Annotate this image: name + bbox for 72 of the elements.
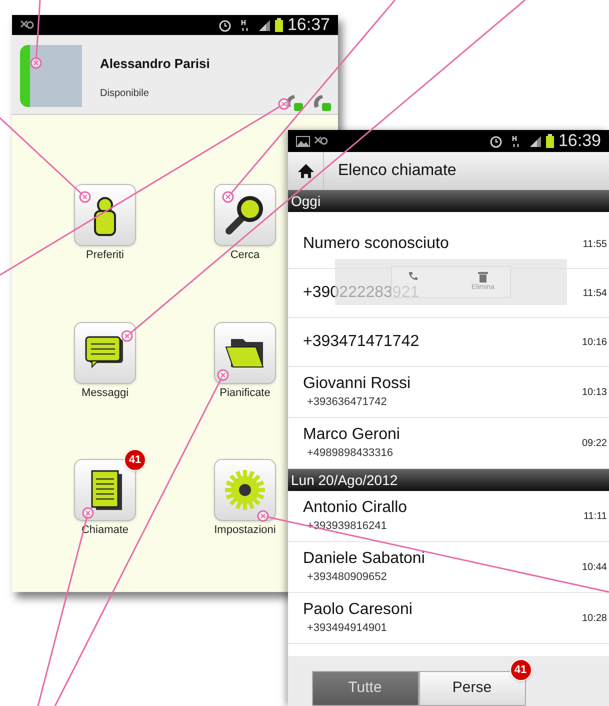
caller-number: +393939816241	[307, 518, 387, 534]
count-badge: 41	[510, 659, 532, 681]
call-time: 10:13	[582, 386, 607, 400]
phone-icon[interactable]	[408, 270, 418, 281]
caller-name: Daniele Sabatoni	[303, 548, 425, 569]
call-time: 10:44	[582, 560, 607, 574]
caller-name: Paolo Caresoni	[303, 600, 412, 620]
caller-number: +393494914901	[307, 620, 387, 636]
caller-number: +393480909652	[307, 570, 387, 585]
marker-icon	[30, 57, 42, 69]
caller-name: Marco Geroni	[303, 424, 400, 445]
tile-label: Cerca	[230, 248, 260, 263]
home-icon	[298, 164, 314, 178]
battery-icon	[546, 134, 554, 148]
call-row[interactable]: Giovanni Rossi +393636471742 10:13	[288, 367, 609, 418]
phone-icon[interactable]	[284, 94, 304, 112]
count-badge: 41	[124, 449, 146, 471]
tile-label: Impostazioni	[214, 523, 276, 538]
caller-name: Giovanni Rossi	[303, 374, 411, 394]
photo-placeholder	[30, 45, 82, 107]
notification-icon	[20, 20, 34, 30]
call-row[interactable]: Paolo Caresoni +393494914901 10:28	[288, 593, 609, 644]
marker-icon	[82, 507, 94, 519]
picture-icon	[296, 136, 310, 146]
data-icon	[511, 134, 522, 148]
tile-label: Pianificate	[220, 386, 270, 400]
menu-tile[interactable]	[74, 322, 136, 384]
menu-tile[interactable]	[214, 184, 276, 246]
caller-name: Numero sconosciuto	[303, 234, 449, 254]
section-header: Lun 20/Ago/2012	[288, 469, 609, 491]
menu-tile[interactable]	[74, 184, 136, 246]
menu-tile[interactable]	[214, 459, 276, 521]
marker-icon	[278, 98, 290, 110]
call-time: 10:16	[582, 336, 607, 350]
data-icon	[240, 18, 250, 32]
tile-label: Preferiti	[86, 248, 124, 263]
call-time: 11:55	[582, 238, 607, 252]
status-time: 16:37	[287, 14, 330, 36]
call-row[interactable]: +393471471742 10:16	[288, 318, 609, 367]
caller-name: Antonio Cirallo	[303, 498, 408, 518]
gear-icon	[223, 468, 267, 512]
marker-icon	[257, 510, 269, 522]
status-time: 16:39	[558, 130, 601, 152]
caller-number: +4989898433316	[307, 446, 393, 461]
signal-icon	[258, 19, 272, 31]
tile-label: Messaggi	[81, 386, 129, 400]
caller-name: +393471471742	[303, 332, 420, 352]
battery-icon	[275, 18, 284, 32]
call-time: 11:54	[582, 286, 607, 300]
marker-icon	[222, 191, 234, 203]
phone-icon[interactable]	[312, 94, 332, 112]
call-time: 10:28	[582, 612, 607, 626]
alarm-icon	[489, 134, 504, 148]
menu-tile[interactable]	[214, 322, 276, 384]
screen-title: Elenco chiamate	[338, 161, 456, 181]
call-time: 09:22	[582, 436, 607, 450]
leader-line	[35, 0, 41, 64]
notification-icon	[314, 136, 328, 146]
call-time: 11:11	[583, 510, 607, 524]
caller-number: +393636471742	[307, 394, 387, 410]
call-row[interactable]: Daniele Sabatoni +393480909652 10:44	[288, 542, 609, 593]
alarm-icon	[218, 18, 232, 32]
signal-icon	[529, 135, 542, 147]
profile-status: Disponibile	[100, 86, 150, 100]
call-row[interactable]: Antonio Cirallo +393939816241 11:11	[288, 491, 609, 542]
tab[interactable]: Tutte	[312, 671, 418, 706]
trash-icon[interactable]	[478, 270, 488, 283]
marker-icon	[79, 191, 91, 203]
profile-name: Alessandro Parisi	[100, 55, 210, 73]
section-header: Oggi	[288, 190, 609, 212]
marker-icon	[217, 369, 229, 381]
marker-icon	[121, 330, 133, 342]
